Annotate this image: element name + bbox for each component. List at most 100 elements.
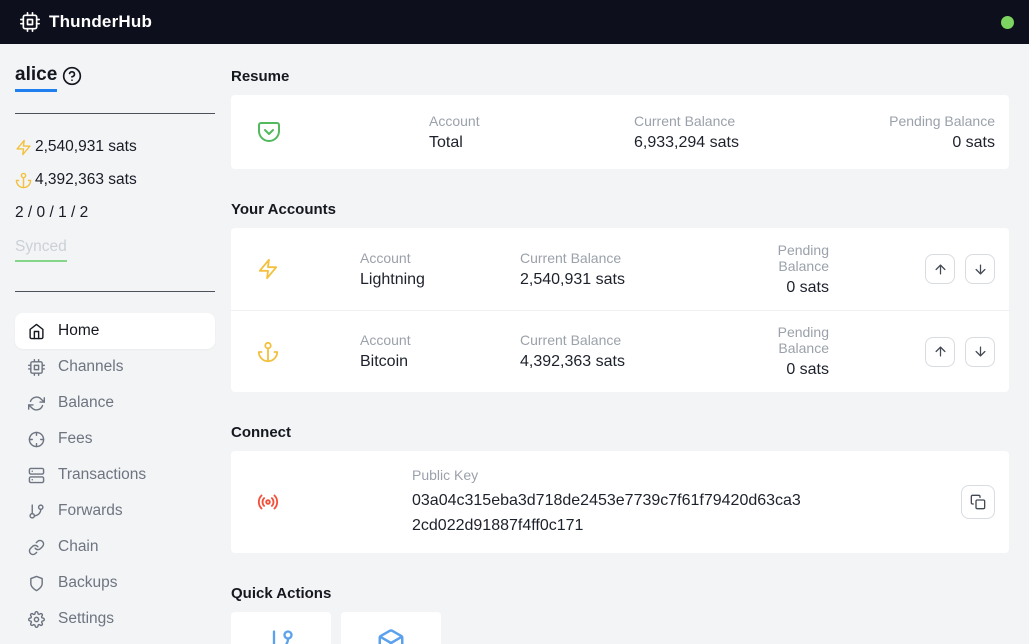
receive-arrow-down-button[interactable] — [965, 336, 995, 367]
sidebar-item-forwards[interactable]: Forwards — [15, 493, 215, 529]
sidebar-item-backups[interactable]: Backups — [15, 565, 215, 601]
sidebar-item-label: Settings — [58, 610, 115, 627]
sidebar-item-label: Fees — [58, 430, 93, 447]
current-balance-stat: Current Balance 4,392,363 sats — [520, 332, 765, 371]
box-icon — [376, 628, 406, 644]
pending-balance-label: Pending Balance — [777, 324, 829, 356]
public-key-label: Public Key — [412, 466, 479, 483]
help-circle-icon[interactable] — [62, 66, 82, 86]
channel-summary: 2 / 0 / 1 / 2 — [15, 204, 89, 221]
resume-pending-balance-stat: Pending Balance 0 sats — [825, 113, 995, 152]
server-icon — [28, 467, 45, 484]
current-balance-stat: Current Balance 2,540,931 sats — [520, 250, 765, 289]
sidebar-item-transactions[interactable]: Transactions — [15, 457, 215, 493]
pending-balance-label: Pending Balance — [889, 112, 995, 129]
gear-icon — [28, 610, 45, 628]
pending-balance-value: 0 sats — [786, 278, 829, 296]
current-balance-label: Current Balance — [634, 112, 736, 129]
account-row-bitcoin: Account Bitcoin Current Balance 4,392,36… — [231, 310, 1009, 392]
chain-balance-value: 4,392,363 sats — [35, 171, 137, 188]
sidebar-item-label: Channels — [58, 358, 124, 375]
sync-status-badge: Synced — [15, 238, 67, 262]
sidebar-item-home[interactable]: Home — [15, 313, 215, 349]
sidebar-item-label: Transactions — [58, 466, 147, 483]
sidebar-item-label: Home — [58, 322, 100, 339]
connect-row: Public Key 03a04c315eba3d718de2453e7739c… — [231, 451, 1009, 553]
sidebar-item-chain[interactable]: Chain — [15, 529, 215, 565]
account-value: Total — [429, 133, 463, 151]
current-balance-value: 2,540,931 sats — [520, 270, 625, 288]
anchor-icon — [15, 172, 32, 189]
send-arrow-up-button[interactable] — [925, 254, 955, 284]
app-logo[interactable]: ThunderHub — [20, 12, 152, 32]
public-key-stat: Public Key 03a04c315eba3d718de2453e7739c… — [412, 467, 935, 538]
git-branch-icon — [28, 503, 45, 520]
anchor-icon — [257, 341, 360, 363]
public-key-line1: 03a04c315eba3d718de2453e7739c7f61f79420d… — [412, 491, 801, 509]
crosshair-icon — [28, 431, 45, 448]
copy-button[interactable] — [961, 485, 995, 519]
connect-section-title: Connect — [231, 424, 291, 441]
pending-balance-stat: Pending Balance 0 sats — [765, 242, 829, 297]
your-accounts-section-title: Your Accounts — [231, 201, 337, 218]
sidebar-item-label: Backups — [58, 574, 118, 591]
quick-actions-row — [231, 612, 1009, 644]
account-label: Account — [360, 249, 411, 266]
swap-arrows-icon — [28, 395, 45, 412]
git-branch-icon — [267, 628, 295, 644]
node-name-link[interactable]: alice — [15, 64, 58, 92]
sidebar-divider-top — [15, 113, 215, 114]
pending-balance-stat: Pending Balance 0 sats — [765, 324, 829, 379]
cpu-icon — [28, 358, 45, 376]
quick-actions-section-title: Quick Actions — [231, 585, 332, 602]
receive-arrow-down-button[interactable] — [965, 254, 995, 284]
current-balance-value: 6,933,294 sats — [634, 133, 739, 151]
quick-action-forward-card[interactable] — [231, 612, 331, 644]
pending-balance-value: 0 sats — [786, 361, 829, 378]
sidebar: alice 2,540,931 sats 4,392,363 sats 2 / … — [0, 44, 231, 644]
cpu-logo-icon — [20, 12, 40, 32]
lightning-icon — [257, 258, 360, 280]
account-value: Bitcoin — [360, 353, 409, 370]
sidebar-divider-bottom — [15, 291, 215, 292]
sidebar-item-label: Balance — [58, 394, 115, 411]
sidebar-item-label: Forwards — [58, 502, 123, 519]
resume-card: Account Total Current Balance 6,933,294 … — [231, 95, 1009, 169]
resume-row: Account Total Current Balance 6,933,294 … — [231, 95, 1009, 169]
lightning-balance: 2,540,931 sats — [15, 138, 215, 156]
main-content: Resume Account Total Current Balance 6,9… — [231, 44, 1029, 644]
radio-broadcast-icon — [257, 491, 412, 513]
quick-action-box-card[interactable] — [341, 612, 441, 644]
sidebar-item-label: Chain — [58, 538, 99, 555]
shield-icon — [28, 575, 45, 592]
account-label: Account — [360, 332, 411, 348]
account-stat: Account Lightning — [360, 250, 520, 289]
connection-status-dot — [1001, 15, 1014, 29]
chain-balance: 4,392,363 sats — [15, 171, 215, 189]
sidebar-nav: Home Channels Balance Fees Transactions … — [15, 313, 215, 637]
pending-balance-value: 0 sats — [952, 133, 995, 151]
lightning-balance-value: 2,540,931 sats — [35, 138, 137, 155]
current-balance-label: Current Balance — [520, 249, 622, 266]
public-key-line2: 2cd022d91887f4ff0c171 — [412, 516, 584, 534]
your-accounts-card: Account Lightning Current Balance 2,540,… — [231, 228, 1009, 392]
sidebar-item-channels[interactable]: Channels — [15, 349, 215, 385]
top-bar: ThunderHub — [0, 0, 1029, 44]
home-icon — [28, 323, 45, 340]
sidebar-item-settings[interactable]: Settings — [15, 601, 215, 637]
sidebar-item-fees[interactable]: Fees — [15, 421, 215, 457]
account-stat: Account Bitcoin — [360, 332, 520, 371]
resume-account-stat: Account Total — [429, 113, 634, 152]
sidebar-item-balance[interactable]: Balance — [15, 385, 215, 421]
send-arrow-up-button[interactable] — [925, 336, 955, 367]
pending-balance-label: Pending Balance — [777, 241, 829, 274]
link-icon — [28, 539, 45, 556]
account-value: Lightning — [360, 270, 425, 288]
resume-section-title: Resume — [231, 68, 290, 85]
account-label: Account — [429, 112, 480, 129]
account-row-lightning: Account Lightning Current Balance 2,540,… — [231, 228, 1009, 310]
current-balance-value: 4,392,363 sats — [520, 353, 625, 370]
app-name: ThunderHub — [49, 12, 153, 31]
current-balance-label: Current Balance — [520, 332, 622, 348]
lightning-icon — [15, 139, 32, 156]
